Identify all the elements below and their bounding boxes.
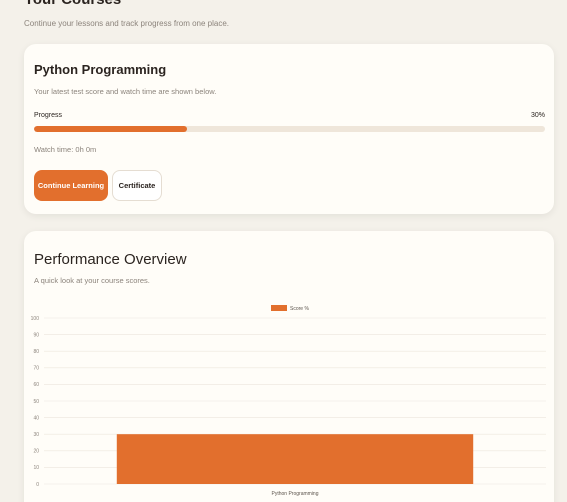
legend-swatch bbox=[271, 305, 287, 311]
page-title: Your Courses bbox=[24, 0, 121, 8]
performance-overview-card: Performance Overview A quick look at you… bbox=[24, 231, 554, 502]
progress-percent: 30% bbox=[530, 112, 545, 119]
score-bar-chart: 0 10 20 30 40 50 60 70 80 90 100 Score % Python Prog… bbox=[31, 305, 546, 497]
course-card-python: Python Programming Your latest test scor… bbox=[24, 44, 554, 214]
y-tick-label-50: 50 bbox=[33, 399, 39, 405]
certificate-button[interactable]: Certificate bbox=[112, 170, 162, 201]
y-tick-label-60: 60 bbox=[33, 382, 39, 388]
y-tick-label-80: 80 bbox=[33, 349, 39, 355]
course-description: Your latest test score and watch time ar… bbox=[34, 87, 217, 96]
course-title: Python Programming bbox=[34, 62, 167, 77]
y-tick-label-90: 90 bbox=[33, 332, 39, 338]
y-tick-label-30: 30 bbox=[33, 432, 39, 438]
progress-bar-fill bbox=[34, 126, 188, 132]
y-tick-label-70: 70 bbox=[33, 366, 39, 372]
legend-label: Score % bbox=[290, 306, 309, 312]
bar-0 bbox=[116, 434, 474, 484]
page-subtitle: Continue your lessons and track progress… bbox=[24, 19, 229, 28]
y-tick-label-10: 10 bbox=[33, 465, 39, 471]
progress-label: Progress bbox=[34, 112, 63, 119]
continue-learning-button[interactable]: Continue Learning bbox=[34, 170, 108, 201]
y-tick-label-0: 0 bbox=[36, 482, 39, 488]
watch-time: Watch time: 0h 0m bbox=[34, 145, 97, 154]
progress-bar bbox=[34, 126, 545, 132]
y-tick-label-40: 40 bbox=[33, 415, 39, 421]
y-tick-label-100: 100 bbox=[31, 316, 40, 322]
y-tick-label-20: 20 bbox=[33, 449, 39, 455]
x-category-label-0: Python Programming bbox=[272, 491, 319, 497]
